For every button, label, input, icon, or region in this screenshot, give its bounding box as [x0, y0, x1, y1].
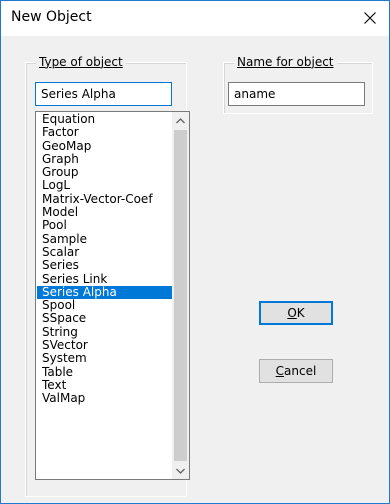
list-item[interactable]: LogL	[37, 179, 172, 192]
list-item[interactable]: Group	[37, 166, 172, 179]
listbox-scrollbar[interactable]	[172, 112, 189, 479]
list-item[interactable]: Pool	[37, 219, 172, 232]
dialog-title: New Object	[11, 9, 92, 25]
cancel-label-rest: ancel	[284, 364, 317, 378]
ok-button[interactable]: OK	[259, 301, 333, 325]
ok-label-rest: K	[296, 306, 305, 320]
new-object-dialog: New Object Type of object Series Alpha E…	[0, 0, 390, 504]
name-for-object-label: Name for object	[234, 55, 337, 69]
list-item[interactable]: Model	[37, 205, 172, 219]
list-item[interactable]: System	[37, 352, 172, 365]
ok-accelerator: O	[287, 306, 297, 320]
list-item[interactable]: Graph	[37, 152, 172, 166]
scroll-up-button[interactable]	[172, 112, 189, 129]
cancel-accelerator: C	[275, 364, 285, 378]
list-item[interactable]: Series	[37, 259, 172, 272]
list-item[interactable]: Series Link	[37, 272, 172, 286]
list-item[interactable]: GeoMap	[37, 139, 172, 153]
list-item[interactable]: Spool	[37, 299, 172, 312]
list-item[interactable]: Scalar	[37, 245, 172, 259]
title-bar[interactable]: New Object	[1, 1, 389, 36]
type-of-object-label: Type of object	[36, 55, 126, 69]
close-icon	[364, 12, 376, 24]
object-name-input[interactable]: aname	[228, 82, 365, 106]
list-item[interactable]: Text	[37, 378, 172, 392]
list-item[interactable]: String	[37, 325, 172, 339]
close-button[interactable]	[357, 5, 383, 31]
list-item[interactable]: SVector	[37, 338, 172, 352]
chevron-up-icon	[176, 117, 185, 123]
scroll-thumb[interactable]	[174, 130, 187, 461]
object-type-list: Equation Factor GeoMap Graph Group LogL Matrix…	[37, 112, 172, 406]
list-item[interactable]: Sample	[37, 232, 172, 246]
list-item[interactable]: ValMap	[37, 392, 172, 405]
list-item[interactable]: Series Alpha	[37, 285, 172, 300]
object-type-field[interactable]: Series Alpha	[35, 82, 172, 106]
list-item[interactable]: Matrix-Vector-Coef	[37, 192, 172, 206]
list-item[interactable]: Factor	[37, 126, 172, 139]
cancel-button[interactable]: Cancel	[259, 359, 333, 383]
list-item[interactable]: Table	[37, 365, 172, 379]
object-type-listbox[interactable]: Equation Factor GeoMap Graph Group LogL Matrix…	[35, 111, 190, 480]
list-item[interactable]: Equation	[37, 112, 172, 126]
chevron-down-icon	[176, 468, 185, 474]
scroll-down-button[interactable]	[172, 462, 189, 479]
list-item[interactable]: SSpace	[37, 312, 172, 325]
